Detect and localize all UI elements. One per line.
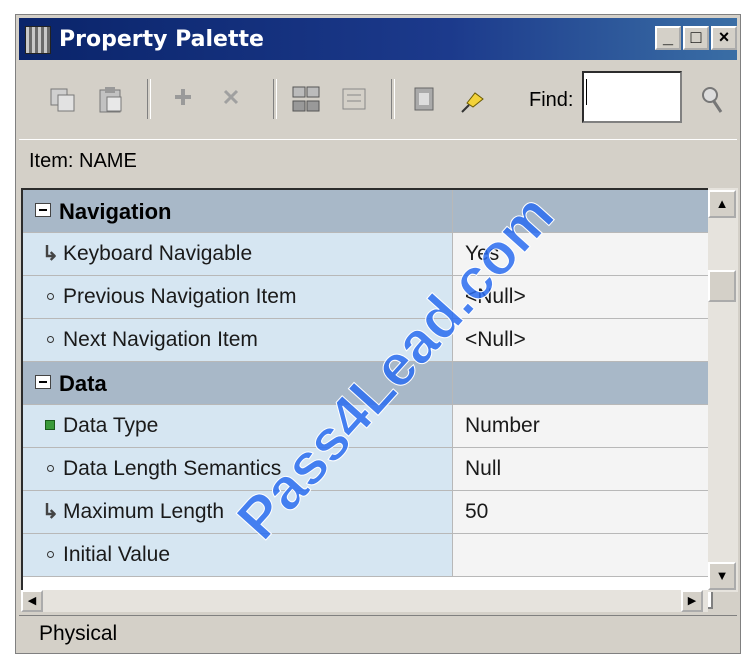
property-value: <Null> [465, 328, 526, 351]
property-palette-window: Property Palette _ □ × Find: Item: NAME … [15, 14, 741, 654]
toolbar-separator [391, 79, 395, 119]
item-header: Item: NAME [19, 139, 737, 188]
property-row[interactable]: Next Navigation Item <Null> [23, 319, 711, 362]
inherit-icon[interactable] [411, 85, 437, 113]
maximize-button[interactable]: □ [683, 26, 709, 50]
search-icon[interactable] [697, 85, 723, 113]
default-property-icon [47, 336, 54, 343]
minimize-button[interactable]: _ [655, 26, 681, 50]
scroll-thumb[interactable] [708, 270, 736, 302]
category-label: Data [59, 371, 107, 396]
add-property-icon[interactable] [171, 85, 197, 113]
property-row[interactable]: ↳ Maximum Length 50 [23, 491, 711, 534]
vertical-scrollbar[interactable]: ▲ ▼ [708, 188, 738, 592]
scroll-up-button[interactable]: ▲ [708, 190, 736, 218]
category-label: Navigation [59, 199, 172, 224]
default-property-icon [47, 465, 54, 472]
modified-property-icon [45, 420, 55, 430]
property-value: 50 [465, 500, 489, 523]
intersection-icon[interactable] [339, 85, 366, 113]
changed-property-icon: ↳ [42, 243, 59, 265]
property-value: Number [465, 414, 540, 437]
delete-property-icon[interactable] [219, 85, 245, 113]
find-label: Find: [529, 89, 574, 111]
status-text: Physical [39, 622, 118, 645]
default-property-icon [47, 551, 54, 558]
collapse-icon[interactable] [35, 375, 51, 389]
title-bar[interactable]: Property Palette _ □ × [19, 18, 737, 60]
property-label: Data Type [63, 414, 159, 437]
property-row[interactable]: Data Type Number [23, 405, 711, 448]
paste-properties-icon[interactable] [97, 85, 123, 113]
toolbar-separator [273, 79, 277, 119]
category-row-navigation[interactable]: Navigation [23, 190, 711, 233]
toolbar-separator [147, 79, 151, 119]
property-label: Data Length Semantics [63, 457, 282, 480]
close-button[interactable]: × [711, 26, 737, 50]
scroll-left-button[interactable]: ◀ [21, 590, 43, 612]
scroll-down-button[interactable]: ▼ [708, 562, 736, 590]
horizontal-scrollbar[interactable]: ◀ ▶ [21, 590, 708, 612]
app-icon [25, 26, 51, 54]
copy-properties-icon[interactable] [49, 85, 75, 113]
property-row[interactable]: ↳ Keyboard Navigable Yes [23, 233, 711, 276]
property-row[interactable]: Data Length Semantics Null [23, 448, 711, 491]
scroll-right-button[interactable]: ▶ [681, 590, 703, 612]
property-value: <Null> [465, 285, 526, 308]
default-property-icon [47, 293, 54, 300]
property-label: Initial Value [63, 543, 171, 566]
text-caret [586, 79, 587, 105]
collapse-icon[interactable] [35, 203, 51, 217]
property-row[interactable]: Initial Value [23, 534, 711, 577]
changed-property-icon: ↳ [42, 501, 59, 523]
property-value: Yes [465, 242, 500, 265]
property-grid: Navigation ↳ Keyboard Navigable Yes Previ… [21, 188, 713, 609]
property-label: Next Navigation Item [63, 328, 258, 351]
property-label: Maximum Length [63, 500, 225, 523]
property-label: Previous Navigation Item [63, 285, 297, 308]
category-row-data[interactable]: Data [23, 362, 711, 405]
item-label: Item: NAME [29, 150, 137, 172]
property-row[interactable]: Previous Navigation Item <Null> [23, 276, 711, 319]
window-title: Property Palette [59, 27, 264, 52]
property-label: Keyboard Navigable [63, 242, 253, 265]
property-value: Null [465, 457, 502, 480]
find-input[interactable] [582, 71, 682, 123]
toolbar: Find: [19, 63, 737, 135]
status-bar: Physical [19, 615, 737, 652]
union-icon[interactable] [291, 85, 320, 113]
freeze-pin-icon[interactable] [459, 85, 485, 113]
